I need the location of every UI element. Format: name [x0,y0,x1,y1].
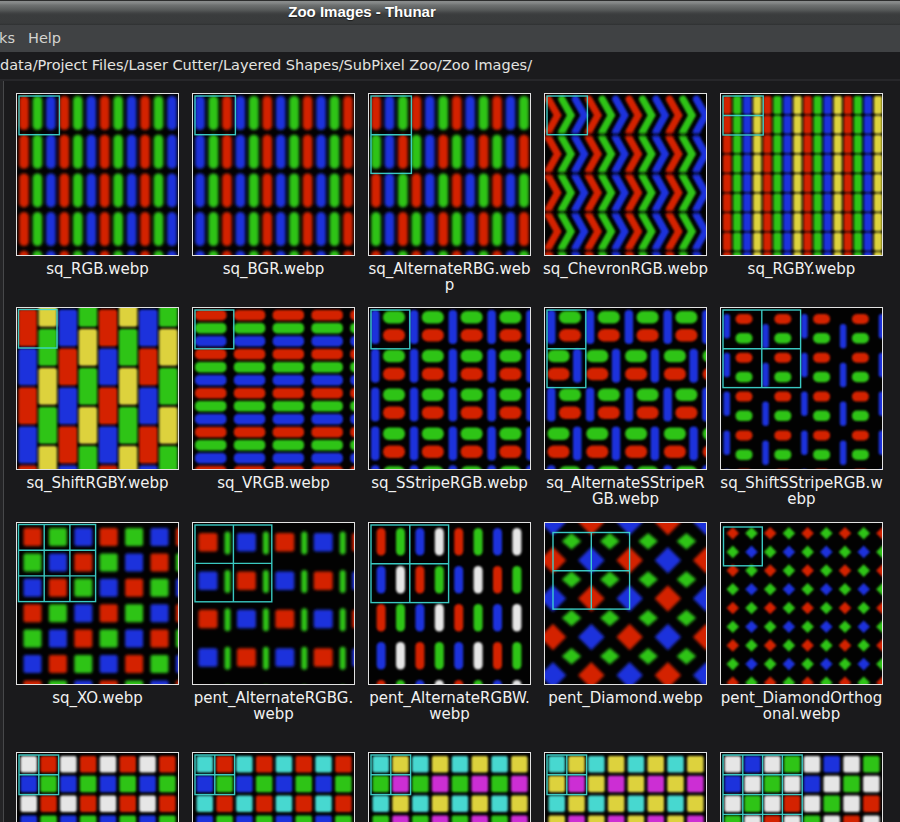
file-name-line: onal.webp [713,706,890,722]
file-name-line: sq_ShiftRGBY.webp [9,475,186,491]
file-name-label: sq_AlternateRBG.webp [361,261,538,293]
file-name-line: sq_ShiftSStripeRGB.w [713,475,890,491]
file-name-line: pent_DiamondOrthog [713,690,890,706]
file-name-line: sq_SStripeRGB.webp [361,475,538,491]
file-name-label: sq_SStripeRGB.webp [361,475,538,491]
file-name-label: sq_VRGB.webp [185,475,362,491]
file-name-label: sq_ChevronRGB.webp [537,261,714,277]
location-path: data/Project Files/Laser Cutter/Layered … [0,52,532,80]
file-name-line: pent_Diamond.webp [537,690,714,706]
thunar-window: Zoo Images - Thunar ks Help data/Project… [0,0,900,822]
subpixel-pattern [371,310,531,470]
file-thumbnail[interactable] [16,307,179,470]
file-name-line: pent_AlternateRGBG. [185,690,362,706]
titlebar[interactable]: Zoo Images - Thunar [0,0,900,25]
file-name-label: pent_DiamondOrthogonal.webp [713,690,890,722]
file-name-line: sq_ChevronRGB.webp [537,261,714,277]
location-bar[interactable]: data/Project Files/Laser Cutter/Layered … [0,52,900,79]
menu-item-help[interactable]: Help [28,25,61,52]
file-name-label: pent_AlternateRGBG.webp [185,690,362,722]
file-thumbnail[interactable] [544,752,707,822]
menubar: ks Help [0,25,900,52]
file-thumbnail[interactable] [544,93,707,256]
file-thumbnail[interactable] [16,522,179,685]
file-name-label: sq_ShiftRGBY.webp [9,475,186,491]
pane-divider [3,81,4,822]
file-thumbnail[interactable] [192,307,355,470]
file-name-line: sq_AlternateRBG.web [361,261,538,277]
file-name-line: webp [361,706,538,722]
file-thumbnail[interactable] [16,93,179,256]
file-thumbnail[interactable] [544,307,707,470]
file-name-label: sq_BGR.webp [185,261,362,277]
file-name-line: sq_BGR.webp [185,261,362,277]
menu-item-bookmarks[interactable]: ks [0,25,15,52]
file-name-line: p [361,277,538,293]
file-thumbnail[interactable] [192,93,355,256]
file-thumbnail[interactable] [368,522,531,685]
file-thumbnail[interactable] [192,522,355,685]
file-thumbnail[interactable] [544,522,707,685]
file-name-label: sq_RGB.webp [9,261,186,277]
file-name-line: ebp [713,491,890,507]
file-thumbnail[interactable] [720,522,883,685]
file-thumbnail[interactable] [720,752,883,822]
file-name-label: sq_ShiftSStripeRGB.webp [713,475,890,507]
file-thumbnail[interactable] [368,752,531,822]
file-name-line: pent_AlternateRGBW. [361,690,538,706]
file-name-line: sq_XO.webp [9,690,186,706]
file-thumbnail[interactable] [16,752,179,822]
file-name-label: pent_AlternateRGBW.webp [361,690,538,722]
thumbnail-background [368,522,531,685]
file-thumbnail[interactable] [192,752,355,822]
file-name-label: sq_RGBY.webp [713,261,890,277]
file-thumbnail[interactable] [368,307,531,470]
file-thumbnail[interactable] [720,307,883,470]
file-name-label: sq_AlternateSStripeRGB.webp [537,475,714,507]
file-thumbnail[interactable] [368,93,531,256]
window-title: Zoo Images - Thunar [0,0,724,25]
file-name-line: sq_AlternateSStripeR [537,475,714,491]
file-thumbnail[interactable] [720,93,883,256]
file-name-line: sq_RGB.webp [9,261,186,277]
file-name-label: sq_XO.webp [9,690,186,706]
thumbnail-background [720,522,883,685]
file-name-line: GB.webp [537,491,714,507]
file-name-line: webp [185,706,362,722]
file-view[interactable]: sq_RGB.webpsq_BGR.webpsq_AlternateRBG.we… [0,81,900,822]
file-name-line: sq_RGBY.webp [713,261,890,277]
file-name-label: pent_Diamond.webp [537,690,714,706]
file-name-line: sq_VRGB.webp [185,475,362,491]
